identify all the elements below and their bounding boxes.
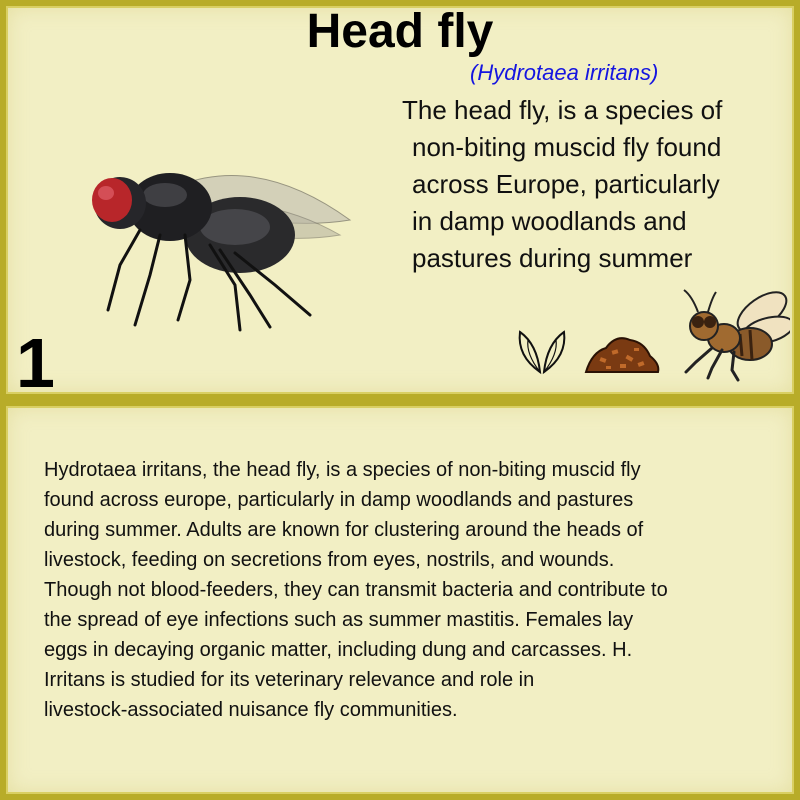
fly-photo xyxy=(92,173,352,332)
description-line: during summer. Adults are known for clus… xyxy=(44,519,644,541)
description-line: found across europe, particularly in dam… xyxy=(44,489,634,511)
dung-pile-icon xyxy=(584,337,660,373)
description-line: livestock-associated nuisance fly commun… xyxy=(44,699,458,721)
fly-icon xyxy=(683,289,790,382)
summary-line: in damp woodlands and xyxy=(412,206,687,236)
wings-icon xyxy=(518,330,566,375)
summary-line: non-biting muscid fly found xyxy=(412,132,722,162)
description-line: the spread of eye infections such as sum… xyxy=(44,609,634,631)
description-text: Hydrotaea irritans, the head fly, is a s… xyxy=(44,455,764,725)
scientific-name: (Hydrotaea irritans) xyxy=(470,60,659,85)
description-line: eggs in decaying organic matter, includi… xyxy=(44,639,633,661)
description-line: Hydrotaea irritans, the head fly, is a s… xyxy=(44,459,641,481)
summary-line: pastures during summer xyxy=(412,243,693,273)
description-line: livestock, feeding on secretions from ey… xyxy=(44,549,615,571)
summary-line: across Europe, particularly xyxy=(412,169,720,199)
card-title: Head fly xyxy=(306,5,494,58)
summary-text: The head fly, is a species of non-biting… xyxy=(402,92,762,277)
description-line: Irritans is studied for its veterinary r… xyxy=(44,669,535,691)
description-line: Though not blood-feeders, they can trans… xyxy=(44,579,668,601)
summary-line: The head fly, is a species of xyxy=(402,95,723,125)
card-divider xyxy=(0,397,800,403)
card-number: 1 xyxy=(16,324,55,402)
